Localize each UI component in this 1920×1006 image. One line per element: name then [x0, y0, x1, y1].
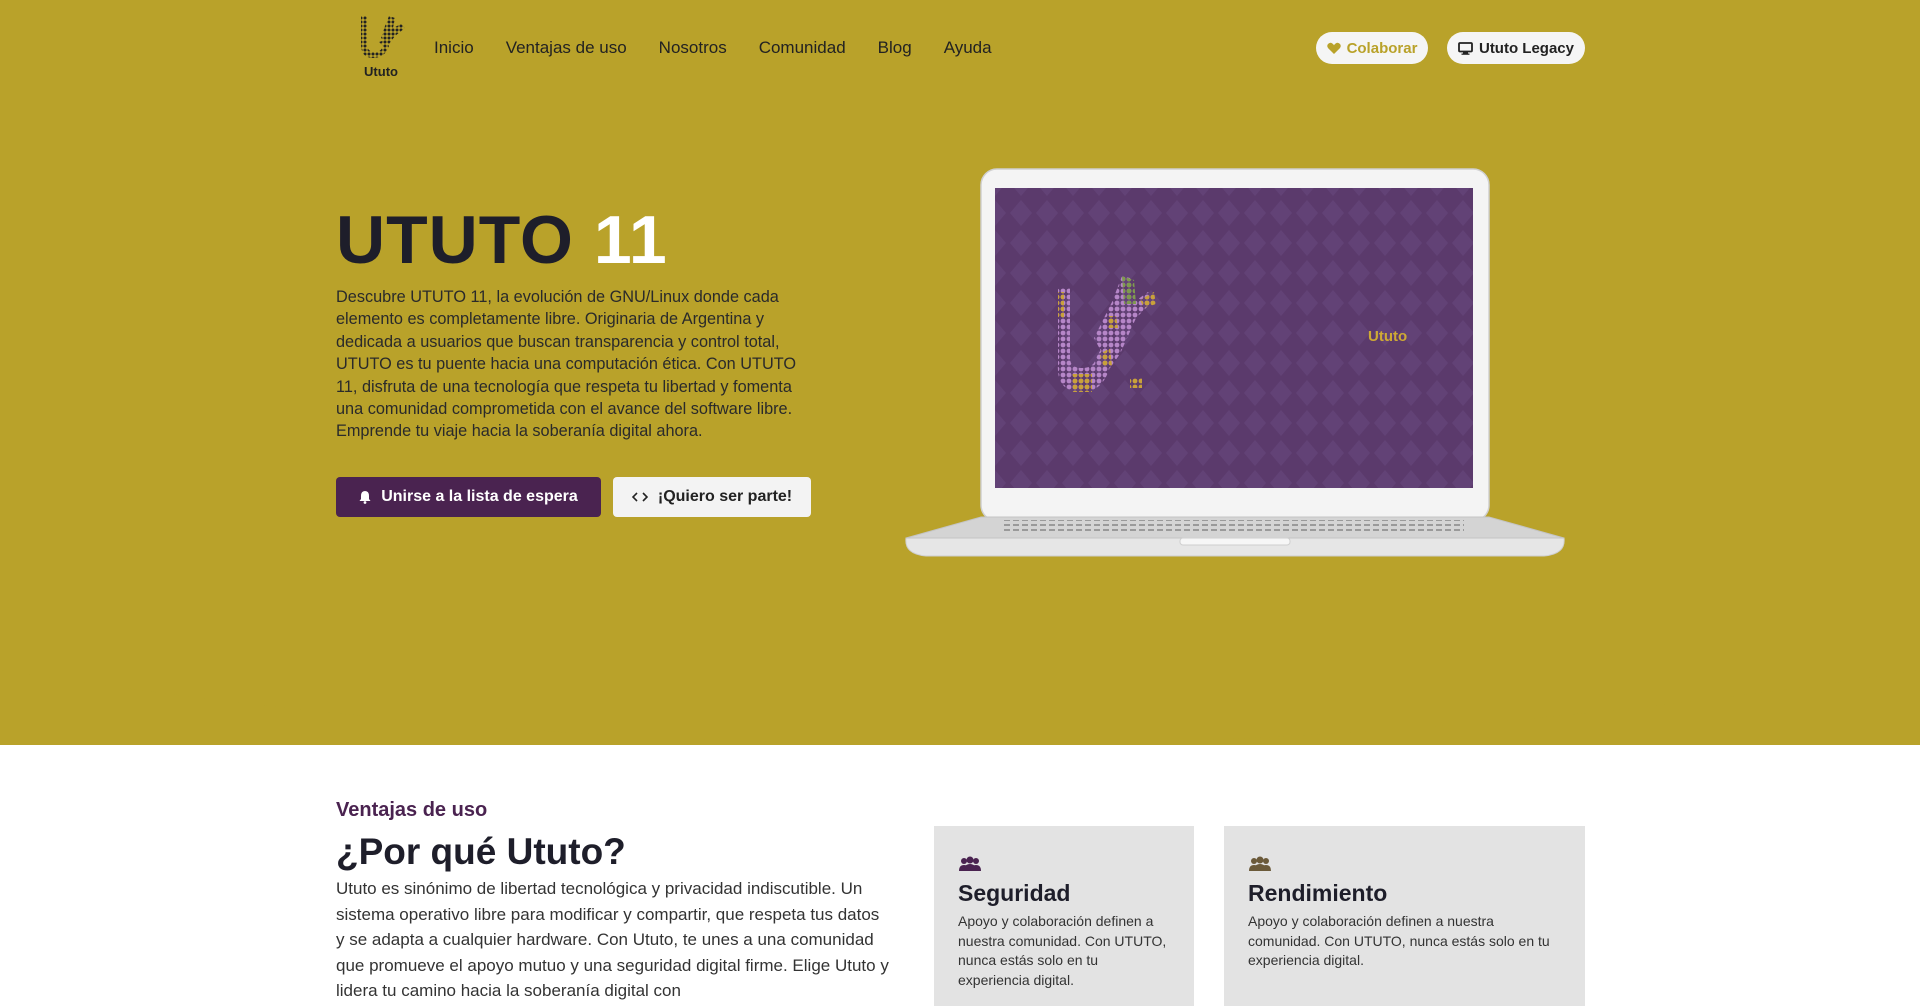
quiero-ser-parte-button[interactable]: ¡Quiero ser parte!: [613, 477, 811, 517]
ututo-logo-icon: [361, 16, 405, 58]
nav-item-nosotros[interactable]: Nosotros: [659, 38, 727, 58]
hero-title: UTUTO 11: [336, 200, 668, 280]
nav-item-comunidad[interactable]: Comunidad: [759, 38, 846, 58]
ututo-logo[interactable]: Ututo: [355, 12, 413, 84]
users-icon: [1249, 856, 1271, 871]
section-description: Ututo es sinónimo de libertad tecnológic…: [336, 879, 889, 1000]
laptop-image: [905, 168, 1565, 557]
card-text: Apoyo y colaboración definen a nuestra c…: [958, 913, 1167, 988]
main-navbar: Ututo Inicio Ventajas de uso Nosotros Co…: [0, 0, 1920, 96]
nav-item-ayuda[interactable]: Ayuda: [944, 38, 992, 58]
laptop-illustration: Ututo: [904, 168, 1566, 558]
feature-card-rendimiento: Rendimiento Apoyo y colaboración definen…: [1224, 826, 1585, 1006]
heart-icon: [1326, 42, 1341, 54]
feature-card-seguridad: Seguridad Apoyo y colaboración definen a…: [934, 826, 1194, 1006]
card-title: Rendimiento: [1248, 880, 1388, 906]
nav-item-blog[interactable]: Blog: [878, 38, 912, 58]
section-kicker: Ventajas de uso: [336, 799, 488, 821]
screen-brand-text: Ututo: [1368, 328, 1408, 345]
join-waitlist-button[interactable]: Unirse a la lista de espera: [336, 477, 601, 517]
hero-title-version: 11: [593, 202, 668, 278]
legacy-label: Ututo Legacy: [1478, 39, 1574, 57]
quiero-ser-parte-label: ¡Quiero ser parte!: [657, 488, 793, 505]
hero-title-main: UTUTO: [336, 202, 574, 278]
code-icon: [631, 492, 648, 502]
bell-icon: [359, 491, 371, 504]
join-waitlist-label: Unirse a la lista de espera: [381, 488, 578, 505]
ututo-legacy-button[interactable]: Ututo Legacy: [1447, 32, 1585, 64]
hero-bottom-curve: [0, 665, 1920, 745]
users-icon: [959, 856, 981, 871]
monitor-icon: [1458, 41, 1473, 55]
card-title: Seguridad: [958, 880, 1071, 906]
section-title: ¿Por qué Ututo?: [336, 831, 626, 872]
card-text: Apoyo y colaboración definen a nuestra c…: [1248, 913, 1550, 968]
colaborar-label: Colaborar: [1346, 39, 1418, 57]
colaborar-button[interactable]: Colaborar: [1316, 32, 1428, 64]
hero-description: Descubre UTUTO 11, la evolución de GNU/L…: [336, 288, 797, 441]
nav-item-ventajas[interactable]: Ventajas de uso: [506, 38, 627, 58]
logo-text: Ututo: [364, 64, 398, 79]
nav-menu: Inicio Ventajas de uso Nosotros Comunida…: [434, 38, 992, 58]
nav-item-inicio[interactable]: Inicio: [434, 38, 474, 58]
